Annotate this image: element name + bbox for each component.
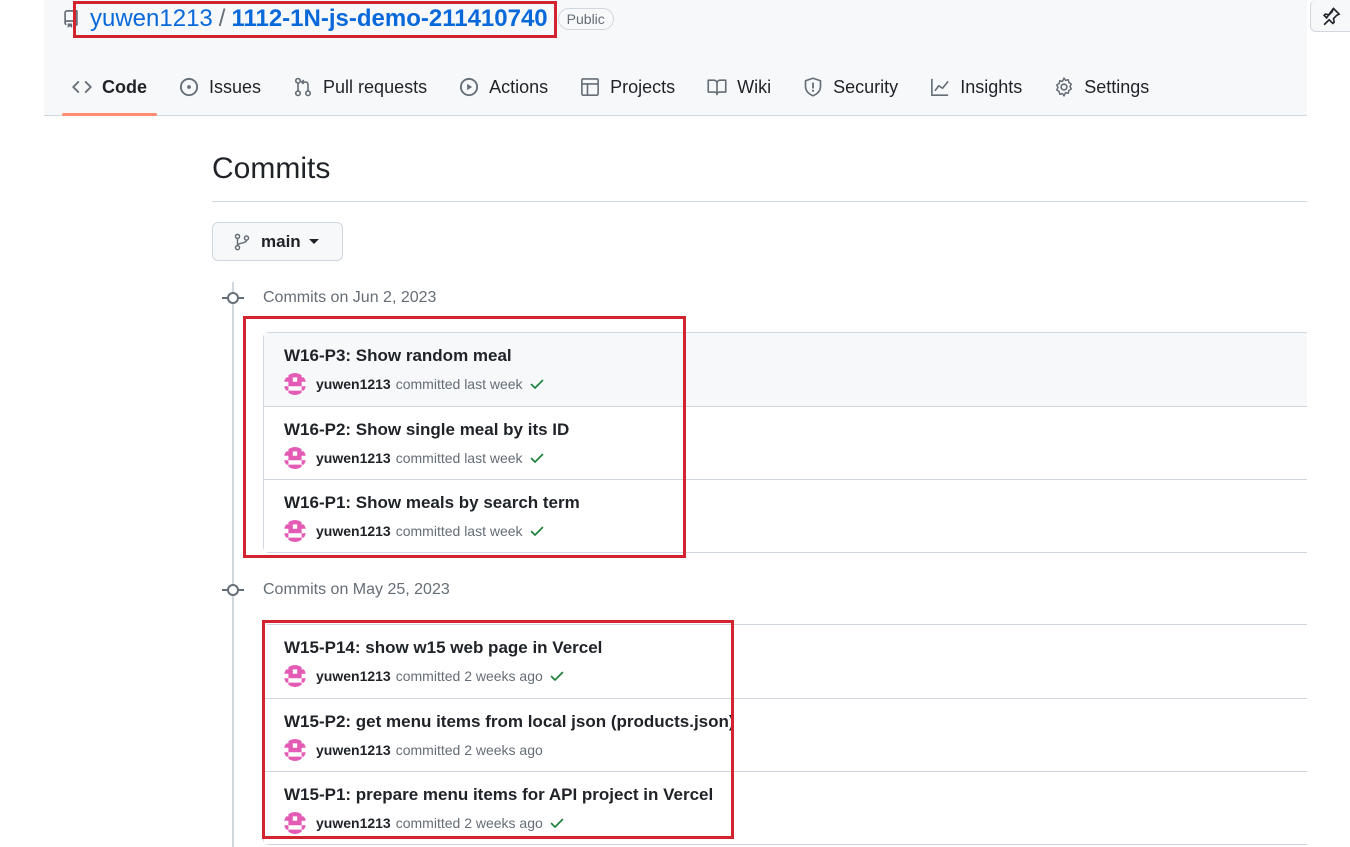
timeline-line: [232, 282, 234, 847]
graph-icon: [931, 78, 949, 96]
tab-insights[interactable]: Insights: [920, 64, 1032, 110]
tab-issues[interactable]: Issues: [169, 64, 271, 110]
play-circle-icon: [460, 77, 479, 97]
tab-label: Insights: [960, 76, 1023, 97]
tab-security[interactable]: Security: [793, 64, 908, 110]
divider: [212, 201, 1307, 202]
pin-icon: [1322, 6, 1341, 25]
tab-label: Wiki: [737, 76, 772, 97]
tab-label: Projects: [610, 76, 676, 97]
tab-actions[interactable]: Actions: [449, 64, 558, 110]
tab-projects[interactable]: Projects: [570, 64, 685, 110]
tab-pull-requests[interactable]: Pull requests: [283, 64, 437, 110]
git-commit-icon: [222, 292, 244, 304]
table-icon: [581, 78, 600, 96]
tab-code[interactable]: Code: [62, 64, 157, 116]
git-branch-icon: [234, 233, 250, 250]
tab-label: Security: [833, 76, 899, 97]
gear-icon: [1056, 77, 1073, 97]
tab-label: Code: [102, 76, 147, 97]
tab-label: Actions: [489, 76, 549, 97]
shield-icon: [804, 77, 822, 97]
book-icon: [707, 79, 727, 96]
code-icon: [72, 81, 92, 93]
pull-request-icon: [294, 77, 312, 97]
repo-nav-tabs: Code Issues Pull requests Actions Projec…: [62, 64, 1171, 116]
annotation-box-group-1: [243, 316, 686, 558]
git-commit-icon: [222, 584, 244, 596]
tab-label: Issues: [209, 76, 262, 97]
branch-name: main: [261, 231, 301, 251]
tab-label: Pull requests: [323, 76, 428, 97]
page-title: Commits: [212, 152, 331, 185]
annotation-box-group-2: [262, 620, 734, 839]
annotation-box-repo-title: [73, 1, 557, 38]
pin-button[interactable]: [1310, 0, 1350, 32]
commit-group-heading: Commits on Jun 2, 2023: [222, 289, 436, 307]
chevron-down-icon: [308, 239, 319, 244]
visibility-badge: Public: [557, 8, 614, 30]
tab-wiki[interactable]: Wiki: [697, 64, 781, 110]
commit-group-date: Commits on May 25, 2023: [263, 581, 450, 598]
commit-group-heading: Commits on May 25, 2023: [222, 581, 450, 599]
commit-group-date: Commits on Jun 2, 2023: [263, 289, 437, 306]
branch-selector-button[interactable]: main: [212, 222, 343, 261]
issue-circle-icon: [179, 77, 199, 97]
tab-label: Settings: [1084, 76, 1150, 97]
tab-settings[interactable]: Settings: [1044, 64, 1159, 110]
